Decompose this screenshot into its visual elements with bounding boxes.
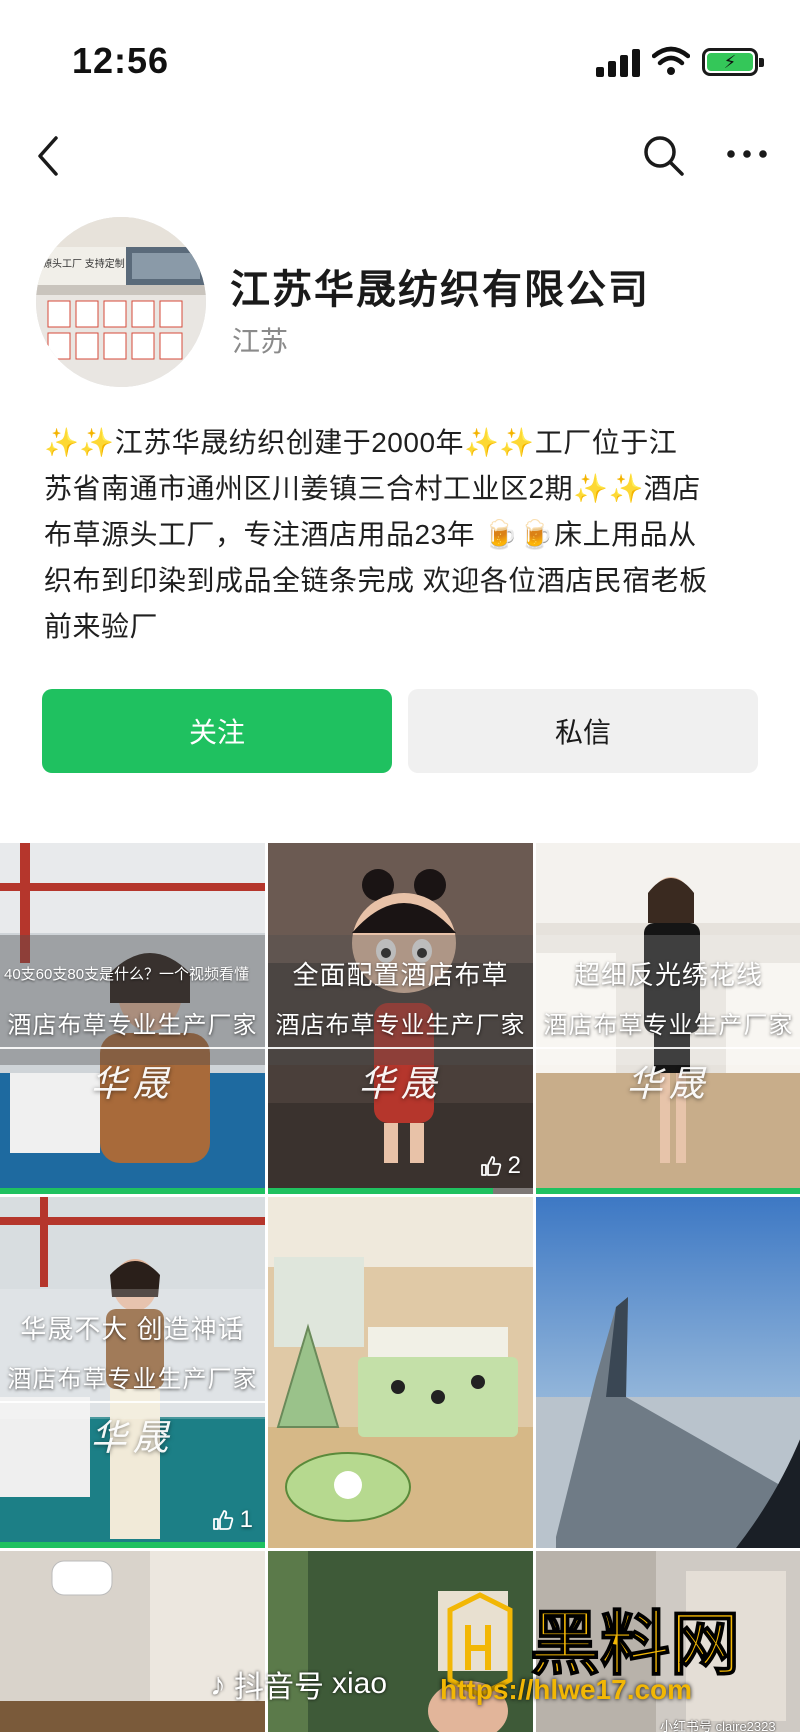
caption-band xyxy=(0,935,265,1065)
video-caption-sub: 酒店布草专业生产厂家 xyxy=(7,1365,258,1393)
xiaohongshu-watermark: 小红书号 claire2323 xyxy=(660,1719,776,1732)
video-caption-brand: 华晟 xyxy=(358,1063,443,1104)
thumbs-up-icon xyxy=(480,1156,501,1176)
video-caption-top: 华晟不大 创造神话 xyxy=(20,1314,245,1344)
video-tile[interactable]: 全面配置酒店布草 酒店布草专业生产厂家 华晟 2 xyxy=(268,843,533,1194)
nav-bar xyxy=(0,120,800,192)
avatar-image xyxy=(36,217,206,387)
video-progress-bar xyxy=(0,1188,265,1194)
more-options-icon[interactable] xyxy=(724,134,770,174)
video-caption-top: 40支60支80支是什么？一个视频看懂 xyxy=(4,966,250,983)
bio-line: 苏省南通市通州区川姜镇三合村工业区2期✨✨酒店 xyxy=(44,473,701,504)
follow-button[interactable]: 关注 xyxy=(42,689,392,773)
video-tile[interactable] xyxy=(268,1197,533,1548)
video-likes-count: 1 xyxy=(239,1506,253,1533)
profile-header: 源头工厂 支持定制 江苏华晟纺织有限公司 江苏 xyxy=(0,215,800,395)
douyin-watermark: ♪ 抖音号 xiao xyxy=(210,1662,387,1706)
back-arrow-icon[interactable] xyxy=(30,134,70,178)
douyin-watermark-label: 抖音号 xyxy=(234,1671,324,1704)
profile-bio: ✨✨江苏华晟纺织创建于2000年✨✨工厂位于江 苏省南通市通州区川姜镇三合村工业… xyxy=(44,420,764,650)
video-tile[interactable]: 40支60支80支是什么？一个视频看懂 酒店布草专业生产厂家 华晟 xyxy=(0,843,265,1194)
video-tile[interactable]: 华晟不大 创造神话 酒店布草专业生产厂家 华晟 1 xyxy=(0,1197,265,1548)
caption-divider xyxy=(268,1047,533,1049)
avatar-banner-text: 源头工厂 支持定制 xyxy=(42,259,125,270)
video-caption-sub: 酒店布草专业生产厂家 xyxy=(275,1011,526,1039)
cellular-signal-icon xyxy=(596,47,640,77)
video-tile[interactable]: 超细反光绣花线 酒店布草专业生产厂家 华晟 xyxy=(536,843,800,1194)
site-url-watermark: https://hlwe17.com xyxy=(440,1674,693,1705)
video-caption-top: 全面配置酒店布草 xyxy=(292,960,509,990)
video-thumbnail xyxy=(536,1197,800,1548)
douyin-logo-icon: ♪ xyxy=(210,1665,226,1702)
video-likes-count: 2 xyxy=(507,1152,521,1179)
caption-divider xyxy=(0,1047,265,1049)
douyin-watermark-id: xiao xyxy=(332,1667,388,1700)
video-likes: 1 xyxy=(212,1506,253,1534)
caption-divider xyxy=(0,1401,265,1403)
battery-icon: ⚡ xyxy=(702,48,764,76)
profile-name: 江苏华晟纺织有限公司 xyxy=(230,268,650,312)
video-caption-sub: 酒店布草专业生产厂家 xyxy=(7,1011,258,1039)
video-likes: 2 xyxy=(480,1152,521,1180)
video-caption-top: 超细反光绣花线 xyxy=(573,960,763,990)
video-tile[interactable] xyxy=(536,1197,800,1548)
video-caption-brand: 华晟 xyxy=(626,1063,711,1104)
video-caption-sub: 酒店布草专业生产厂家 xyxy=(543,1011,794,1039)
avatar[interactable]: 源头工厂 支持定制 xyxy=(36,217,206,387)
site-logo-text: 黑料网 xyxy=(530,1603,740,1685)
bio-line: 前来验厂 xyxy=(44,611,159,642)
profile-location: 江苏 xyxy=(232,326,289,357)
status-bar: 12:56 ⚡ xyxy=(0,0,800,120)
video-progress-bar xyxy=(536,1188,800,1194)
caption-divider xyxy=(536,1047,800,1049)
thumbs-up-icon xyxy=(212,1510,233,1530)
bio-line: ✨✨江苏华晟纺织创建于2000年✨✨工厂位于江 xyxy=(44,427,678,458)
bio-line: 布草源头工厂，专注酒店用品23年 🍺🍺床上用品从 xyxy=(44,519,697,550)
message-button[interactable]: 私信 xyxy=(408,689,758,773)
bio-line: 织布到印染到成品全链条完成 欢迎各位酒店民宿老板 xyxy=(44,565,708,596)
video-thumbnail xyxy=(268,1197,533,1548)
video-progress-bar xyxy=(268,1188,533,1194)
video-progress-bar xyxy=(0,1542,265,1548)
video-caption-brand: 华晟 xyxy=(90,1063,175,1104)
status-time: 12:56 xyxy=(72,40,170,81)
video-caption-brand: 华晟 xyxy=(90,1417,175,1458)
wifi-icon xyxy=(652,46,690,75)
watermark-overlay: ♪ 抖音号 xiao 黑料网 https://hlwe17.com 小红书号 c… xyxy=(0,1592,800,1732)
search-icon[interactable] xyxy=(640,132,686,178)
